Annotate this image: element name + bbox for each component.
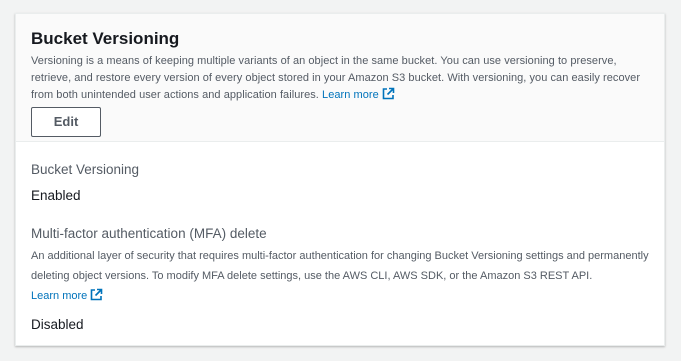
mfa-delete-description-text: An additional layer of security that req… bbox=[31, 250, 649, 282]
panel-header: Bucket Versioning Versioning is a means … bbox=[16, 14, 664, 142]
panel-description: Versioning is a means of keeping multipl… bbox=[31, 53, 650, 106]
mfa-delete-description: An additional layer of security that req… bbox=[31, 246, 650, 308]
versioning-value: Enabled bbox=[31, 188, 81, 203]
mfa-learn-more-link[interactable]: Learn more bbox=[31, 288, 103, 302]
external-link-icon bbox=[382, 87, 395, 106]
edit-button[interactable]: Edit bbox=[31, 107, 101, 137]
learn-more-link[interactable]: Learn more bbox=[322, 87, 395, 101]
bucket-versioning-panel: Bucket Versioning Versioning is a means … bbox=[15, 13, 665, 346]
panel-body: Bucket Versioning Enabled Multi-factor a… bbox=[16, 142, 664, 334]
mfa-delete-label: Multi-factor authentication (MFA) delete bbox=[31, 226, 267, 241]
versioning-label: Bucket Versioning bbox=[31, 162, 140, 177]
mfa-delete-value: Disabled bbox=[31, 317, 84, 332]
external-link-icon bbox=[90, 288, 103, 308]
mfa-learn-more-label: Learn more bbox=[31, 290, 88, 302]
panel-title: Bucket Versioning bbox=[31, 29, 180, 48]
learn-more-label: Learn more bbox=[322, 89, 379, 101]
